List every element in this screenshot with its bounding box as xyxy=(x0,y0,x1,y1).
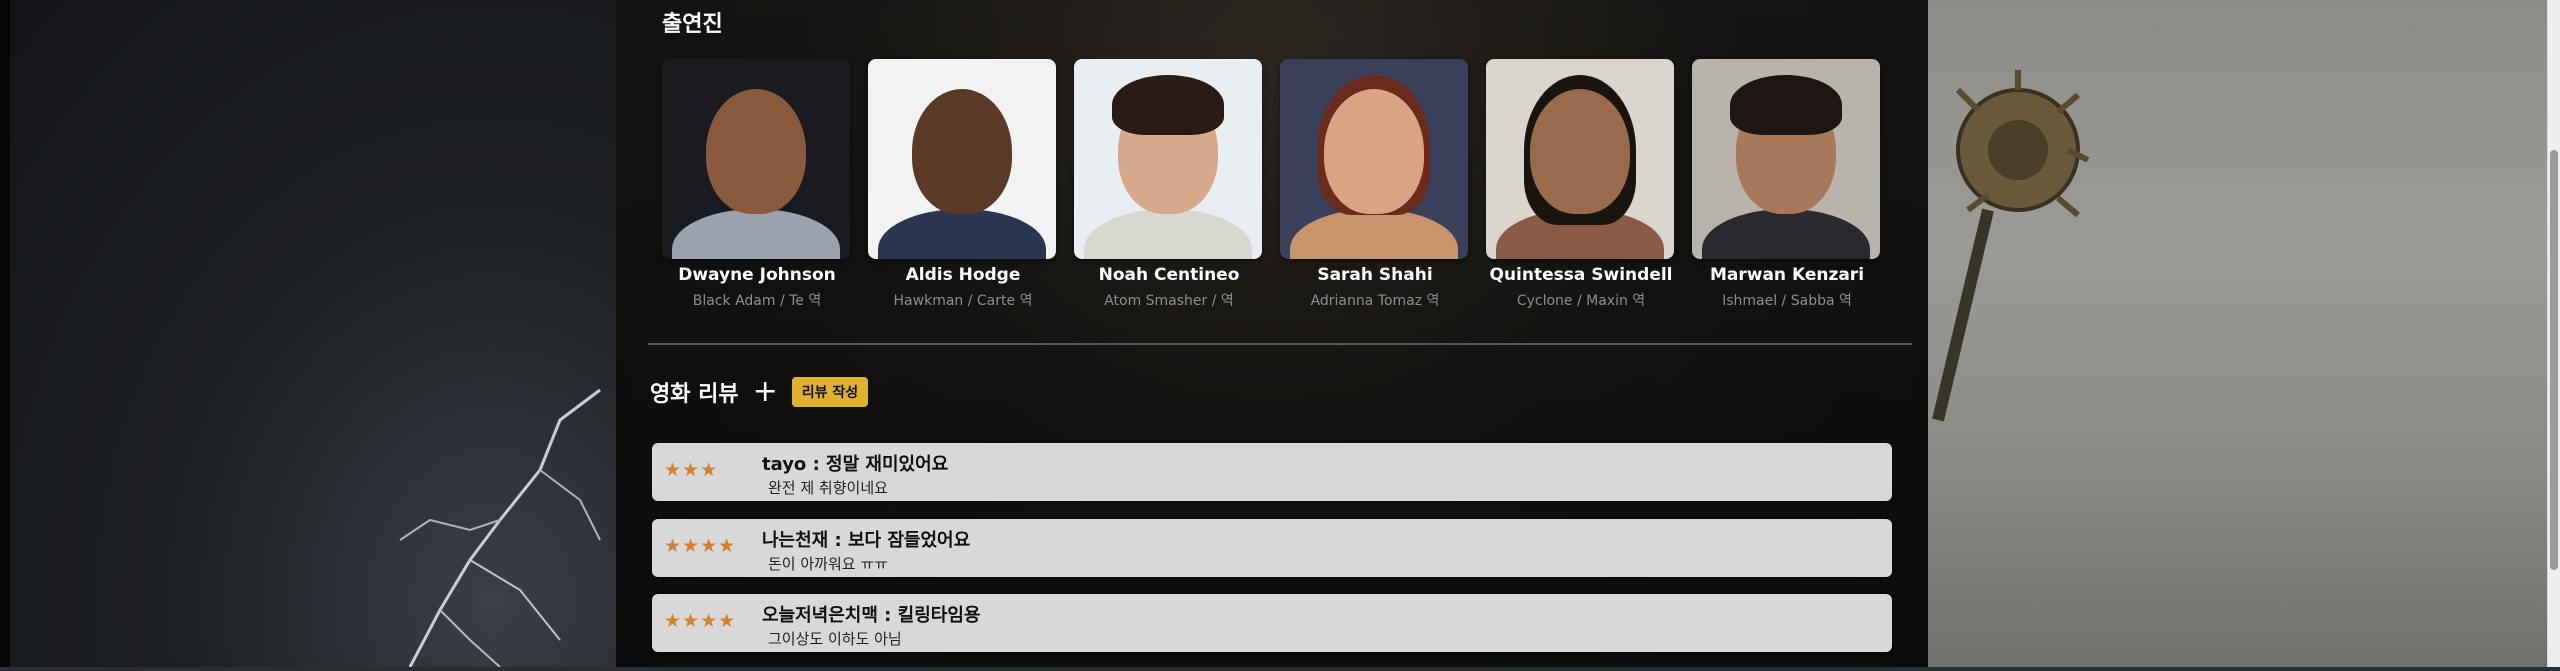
star-rating: ★★★★ xyxy=(664,535,737,557)
lightning-decoration xyxy=(399,388,601,667)
review-title: 나는천재 : 보다 잠들었어요 xyxy=(762,530,971,551)
cast-photo[interactable] xyxy=(1486,59,1674,259)
review-item[interactable]: ★★★★ 오늘저녁은치맥 : 킬링타임용 그이상도 이하도 아님 xyxy=(652,594,1892,652)
mace-decoration xyxy=(1932,70,2090,422)
cast-photo[interactable] xyxy=(868,59,1056,259)
cast-card[interactable]: Quintessa Swindell Cyclone / Maxin 역 xyxy=(1486,59,1676,310)
review-text: 완전 제 취향이네요 xyxy=(768,479,888,497)
cast-photo[interactable] xyxy=(662,59,850,259)
scrollbar-thumb[interactable] xyxy=(2550,150,2558,570)
review-header: 영화 리뷰 + 리뷰 작성 xyxy=(650,376,869,408)
cast-card[interactable]: Dwayne Johnson Black Adam / Te 역 xyxy=(662,59,852,310)
cast-name: Noah Centineo xyxy=(1098,265,1240,285)
review-text: 돈이 아까워요 ㅠㅠ xyxy=(768,555,888,573)
background-right xyxy=(1928,0,2548,667)
review-section-title: 영화 리뷰 xyxy=(650,382,739,407)
cast-name: Quintessa Swindell xyxy=(1489,265,1673,285)
review-title: 오늘저녁은치맥 : 킬링타임용 xyxy=(762,605,981,626)
cast-name: Marwan Kenzari xyxy=(1709,265,1865,285)
review-item[interactable]: ★★★ tayo : 정말 재미있어요 완전 제 취향이네요 xyxy=(652,443,1892,501)
cast-photo[interactable] xyxy=(1074,59,1262,259)
star-rating: ★★★ xyxy=(664,459,719,481)
star-rating: ★★★★ xyxy=(664,610,737,632)
cast-role: Ishmael / Sabba 역 xyxy=(1722,293,1852,309)
cast-role: Cyclone / Maxin 역 xyxy=(1516,293,1646,309)
cast-section-title: 출연진 xyxy=(662,12,723,37)
cast-card[interactable]: Noah Centineo Atom Smasher / 역 xyxy=(1074,59,1264,310)
cast-role: Atom Smasher / 역 xyxy=(1104,293,1234,309)
cast-role: Adrianna Tomaz 역 xyxy=(1310,293,1440,309)
cast-photo[interactable] xyxy=(1280,59,1468,259)
cast-card[interactable]: Sarah Shahi Adrianna Tomaz 역 xyxy=(1280,59,1470,310)
cast-photo[interactable] xyxy=(1692,59,1880,259)
cast-name: Sarah Shahi xyxy=(1317,265,1433,285)
section-divider xyxy=(648,343,1912,345)
write-review-button[interactable]: 리뷰 작성 xyxy=(791,377,869,407)
review-text: 그이상도 이하도 아님 xyxy=(768,630,902,648)
cast-name: Aldis Hodge xyxy=(905,265,1021,285)
cast-role: Hawkman / Carte 역 xyxy=(893,293,1033,309)
plus-icon[interactable]: + xyxy=(753,377,778,407)
cast-card[interactable]: Aldis Hodge Hawkman / Carte 역 xyxy=(868,59,1058,310)
review-title: tayo : 정말 재미있어요 xyxy=(762,454,949,475)
review-item[interactable]: ★★★★ 나는천재 : 보다 잠들었어요 돈이 아까워요 ㅠㅠ xyxy=(652,519,1892,577)
cast-card[interactable]: Marwan Kenzari Ishmael / Sabba 역 xyxy=(1692,59,1882,310)
cast-name: Dwayne Johnson xyxy=(678,265,836,285)
cast-role: Black Adam / Te 역 xyxy=(692,293,822,309)
